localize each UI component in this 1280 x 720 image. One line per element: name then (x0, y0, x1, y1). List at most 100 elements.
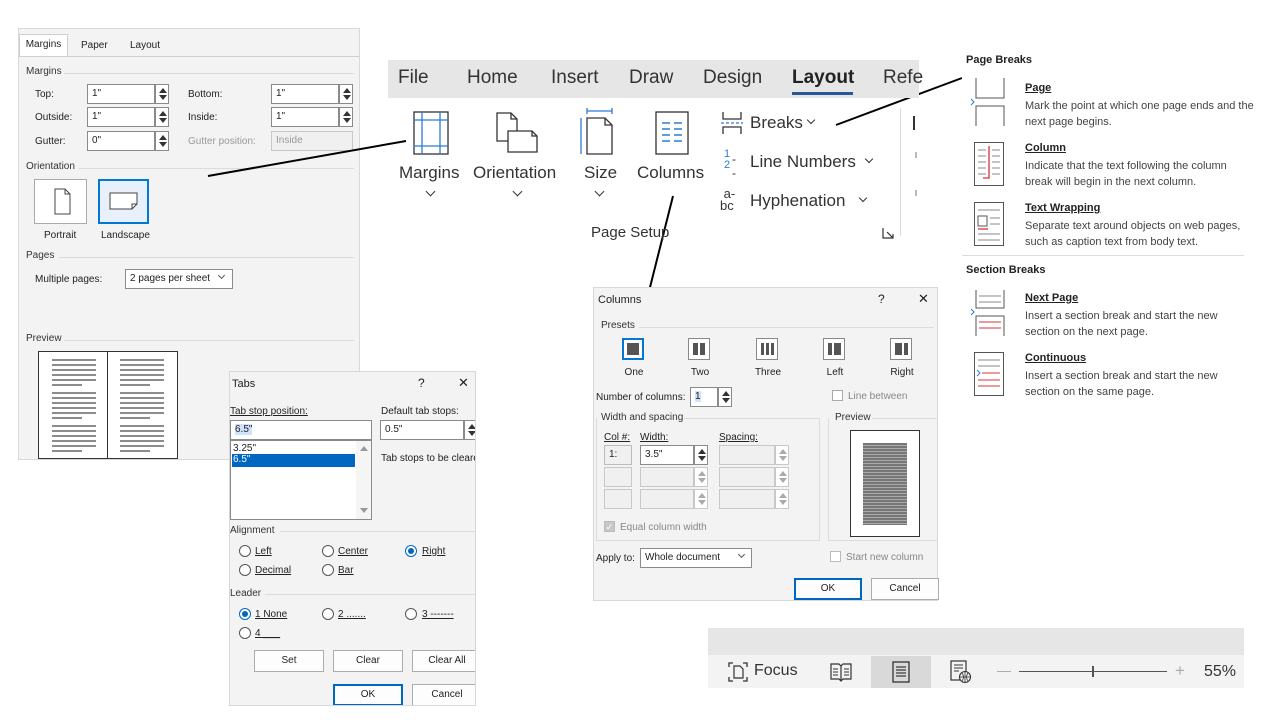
preset-three[interactable] (756, 338, 778, 360)
break-text-wrapping-desc: Separate text around objects on web page… (1025, 220, 1241, 248)
break-next-page-item[interactable]: Next Page Insert a section break and sta… (962, 288, 1247, 338)
tab-stop-input[interactable]: 6.5" (230, 420, 372, 440)
help-button[interactable]: ? (418, 376, 425, 390)
leader-dots-radio[interactable] (322, 608, 334, 620)
ok-button[interactable]: OK (333, 684, 403, 705)
line-numbers-button[interactable]: 12 -- Line Numbers (718, 149, 878, 180)
tab-home[interactable]: Home (467, 67, 518, 89)
orientation-button[interactable]: Orientation (472, 108, 564, 208)
hyphenation-button[interactable]: a-bc Hyphenation (718, 187, 878, 216)
zoom-level[interactable]: 55% (1204, 663, 1236, 681)
preset-one[interactable] (622, 338, 644, 360)
align-decimal-radio[interactable] (239, 564, 251, 576)
leader-underline-label: 4 ___ (255, 628, 281, 639)
break-continuous-item[interactable]: Continuous Insert a section break and st… (962, 348, 1247, 398)
outside-label: Outside: (35, 112, 73, 123)
close-button[interactable]: ✕ (458, 375, 469, 391)
default-tab-input[interactable]: 0.5" (380, 420, 464, 440)
align-right-label: Right (422, 546, 446, 557)
tab-layout[interactable]: Layout (130, 40, 160, 51)
gutter-label: Gutter: (35, 136, 66, 147)
bottom-margin-spinner[interactable] (339, 84, 353, 104)
break-column-item[interactable]: Column Indicate that the text following … (962, 138, 1247, 188)
preset-right[interactable] (890, 338, 912, 360)
tab-insert[interactable]: Insert (551, 67, 599, 89)
dialog-launcher-icon[interactable] (882, 227, 894, 239)
tab-file[interactable]: File (398, 67, 429, 89)
equal-width-checkbox: ✓ (604, 521, 615, 532)
tab-design[interactable]: Design (703, 67, 762, 89)
set-button[interactable]: Set (254, 650, 324, 672)
close-button[interactable]: ✕ (918, 291, 929, 307)
multiple-pages-select[interactable]: 2 pages per sheet (125, 269, 233, 289)
tab-layout[interactable]: Layout (792, 67, 854, 89)
leader-dashes-radio[interactable] (405, 608, 417, 620)
num-columns-spinner[interactable] (718, 387, 732, 407)
print-layout-button[interactable] (871, 656, 931, 688)
inside-margin-input[interactable]: 1" (271, 107, 339, 127)
leader-label: Leader (230, 588, 262, 599)
cancel-button[interactable]: Cancel (871, 578, 939, 600)
size-icon (580, 108, 613, 155)
default-tab-spinner[interactable] (464, 420, 475, 440)
align-left-radio[interactable] (239, 545, 251, 557)
break-page-item[interactable]: Page Mark the point at which one page en… (962, 78, 1254, 128)
web-layout-icon[interactable] (950, 660, 972, 684)
gutter-spinner[interactable] (155, 131, 169, 151)
align-center-radio[interactable] (322, 545, 334, 557)
leader-none-radio[interactable] (239, 608, 251, 620)
col-width-1[interactable]: 3.5" (640, 445, 694, 465)
apply-to-label: Apply to: (596, 553, 635, 564)
zoom-slider-thumb[interactable] (1092, 666, 1094, 677)
focus-button[interactable]: Focus (728, 660, 808, 684)
breaks-button[interactable]: Breaks (718, 110, 828, 138)
margins-button[interactable]: Margins (396, 108, 466, 208)
align-right-radio[interactable] (405, 545, 417, 557)
preset-two[interactable] (688, 338, 710, 360)
print-layout-icon (892, 661, 910, 683)
landscape-button[interactable] (98, 179, 149, 224)
leader-underline-radio[interactable] (239, 627, 251, 639)
tab-stop-item-selected[interactable]: 6.5" (232, 454, 355, 467)
read-mode-icon[interactable] (830, 662, 852, 682)
tab-draw[interactable]: Draw (629, 67, 673, 89)
preset-left[interactable] (823, 338, 845, 360)
tab-references[interactable]: Refe (883, 67, 923, 89)
outside-margin-input[interactable]: 1" (87, 107, 155, 127)
tab-stop-item[interactable]: 3.25" (233, 443, 256, 454)
break-column-title: Column (1025, 142, 1066, 154)
tab-margins[interactable]: Margins (19, 34, 68, 56)
apply-to-select[interactable]: Whole document (640, 548, 752, 568)
help-button[interactable]: ? (878, 292, 885, 306)
size-button[interactable]: Size (576, 108, 622, 208)
zoom-out-button[interactable]: — (997, 662, 1011, 678)
tab-stop-list[interactable]: 3.25" 6.5" (230, 440, 372, 520)
num-columns-input[interactable]: 1 (690, 387, 718, 407)
column-break-icon (974, 142, 1004, 186)
col-width-1-spinner[interactable] (694, 445, 708, 465)
col-number-1: 1: (604, 445, 632, 465)
columns-button[interactable]: Columns (634, 108, 710, 208)
portrait-button[interactable] (34, 179, 87, 224)
outside-margin-spinner[interactable] (155, 107, 169, 127)
top-margin-spinner[interactable] (155, 84, 169, 104)
chevron-down-icon (858, 193, 868, 203)
break-column-desc: Indicate that the text following the col… (1025, 160, 1227, 188)
col-spacing-2-spinner (775, 467, 789, 487)
col-header: Col #: (604, 432, 631, 443)
inside-margin-spinner[interactable] (339, 107, 353, 127)
top-margin-input[interactable]: 1" (87, 84, 155, 104)
align-bar-radio[interactable] (322, 564, 334, 576)
clear-all-button[interactable]: Clear All (412, 650, 475, 672)
line-between-checkbox[interactable] (832, 390, 843, 401)
ok-button[interactable]: OK (794, 578, 862, 600)
cancel-button[interactable]: Cancel (412, 684, 475, 705)
break-text-wrapping-item[interactable]: Text Wrapping Separate text around objec… (962, 198, 1247, 248)
tab-paper[interactable]: Paper (81, 40, 108, 51)
preset-three-label: Three (754, 367, 782, 378)
clear-button[interactable]: Clear (333, 650, 403, 672)
bottom-margin-input[interactable]: 1" (271, 84, 339, 104)
gutter-input[interactable]: 0" (87, 131, 155, 151)
start-new-column-checkbox (830, 551, 841, 562)
zoom-in-button[interactable]: + (1175, 661, 1185, 681)
